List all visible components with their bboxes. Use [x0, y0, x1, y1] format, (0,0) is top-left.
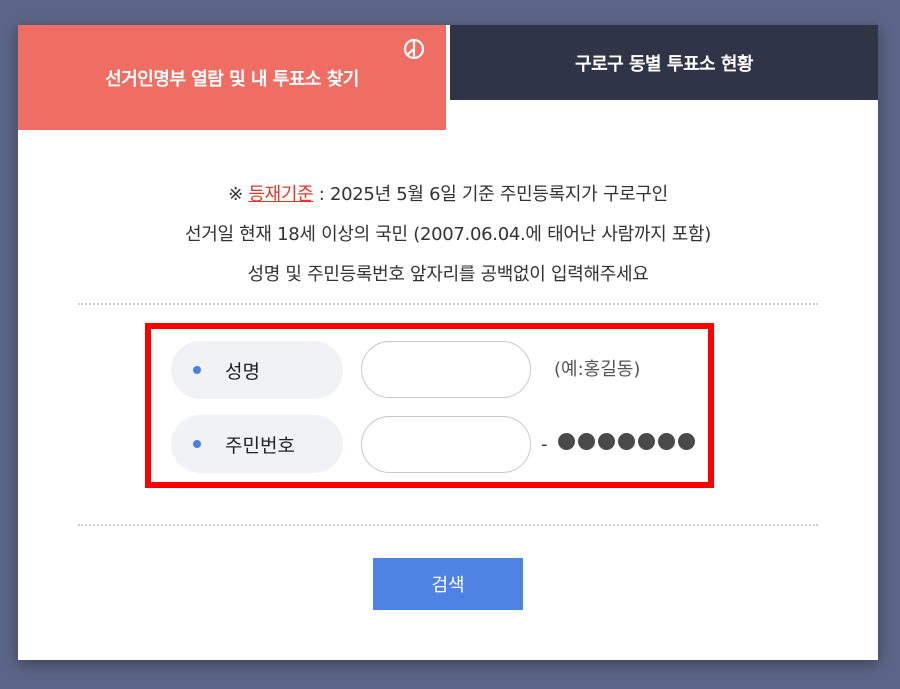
- voter-lookup-panel: 선거인명부 열람 및 내 투표소 찾기 구로구 동별 투표소 현황 ※ 등재기준…: [18, 25, 878, 660]
- registration-criteria-link[interactable]: 등재기준: [248, 184, 313, 205]
- resident-number-label-text: 주민번호: [225, 434, 295, 457]
- name-input[interactable]: [361, 341, 531, 398]
- divider-bottom: [78, 524, 818, 526]
- masked-digit-dot-icon: [677, 433, 695, 450]
- bullet-dot-icon: [193, 366, 201, 374]
- masked-digit-dot-icon: [657, 433, 675, 450]
- tab-polling-station-status-label: 구로구 동별 투표소 현황: [575, 53, 753, 75]
- name-label: 성명: [171, 341, 343, 399]
- resident-number-label: 주민번호: [171, 415, 343, 473]
- tab-polling-station-status[interactable]: 구로구 동별 투표소 현황: [450, 25, 878, 100]
- masked-digit-dot-icon: [617, 433, 635, 450]
- divider-top: [78, 303, 818, 305]
- eligibility-notice: ※ 등재기준 : 2025년 5월 6일 기준 주민등록지가 구로구인 선거일 …: [18, 175, 878, 295]
- tab-bar: 선거인명부 열람 및 내 투표소 찾기 구로구 동별 투표소 현황: [18, 25, 878, 130]
- resident-number-dash: -: [541, 434, 548, 455]
- masked-digits: [557, 416, 698, 473]
- tab-voter-registry-lookup[interactable]: 선거인명부 열람 및 내 투표소 찾기: [18, 25, 446, 130]
- search-button[interactable]: 검색: [373, 558, 523, 610]
- notice-line-2: 선거일 현재 18세 이상의 국민 (2007.06.04.에 태어난 사람까지…: [184, 224, 712, 245]
- masked-digit-dot-icon: [557, 433, 575, 450]
- notice-line-3: 성명 및 주민등록번호 앞자리를 공백없이 입력해주세요: [247, 264, 649, 285]
- notice-line-1-text: : 2025년 5월 6일 기준 주민등록지가 구로구인: [313, 184, 668, 205]
- masked-digit-dot-icon: [637, 433, 655, 450]
- resident-number-masked-suffix: -: [541, 416, 698, 473]
- masked-digit-dot-icon: [597, 433, 615, 450]
- input-form-highlight: 성명 (예:홍길동) 주민번호 -: [145, 323, 714, 488]
- masked-digit-dot-icon: [577, 433, 595, 450]
- notice-line-1: ※ 등재기준 : 2025년 5월 6일 기준 주민등록지가 구로구인: [18, 175, 878, 215]
- notice-prefix: ※: [228, 184, 249, 205]
- name-label-text: 성명: [225, 360, 260, 383]
- vote-symbol-icon: [403, 38, 425, 60]
- name-hint: (예:홍길동): [554, 359, 641, 380]
- bullet-dot-icon: [193, 440, 201, 448]
- tab-voter-registry-lookup-label: 선거인명부 열람 및 내 투표소 찾기: [105, 68, 359, 90]
- resident-number-input[interactable]: [361, 416, 531, 473]
